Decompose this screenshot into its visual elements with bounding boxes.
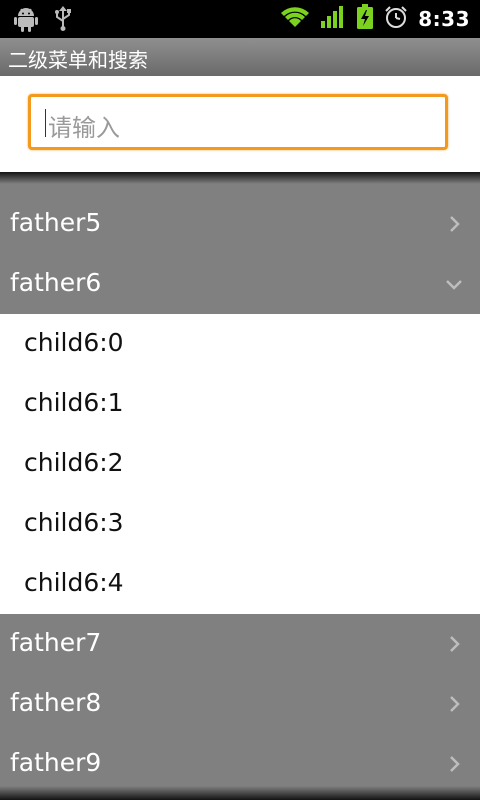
child-row-child6-2[interactable]: child6:2 <box>0 434 480 494</box>
child-label: child6:3 <box>24 508 124 537</box>
wifi-icon <box>280 5 310 33</box>
group-row-father4[interactable]: father4 <box>0 172 480 194</box>
child-label: child6:4 <box>24 568 124 597</box>
child-label: child6:1 <box>24 388 124 417</box>
chevron-right-icon <box>444 634 464 654</box>
expandable-list-content: father4 father5 father6 child6:0 child6:1 chi… <box>0 172 480 794</box>
system-icons: 8:33 <box>280 4 470 34</box>
child-row-child6-1[interactable]: child6:1 <box>0 374 480 434</box>
child-row-child6-0[interactable]: child6:0 <box>0 314 480 374</box>
group-row-father6[interactable]: father6 <box>0 254 480 314</box>
child-label: child6:2 <box>24 448 124 477</box>
battery-charging-icon <box>356 4 374 34</box>
android-debug-icon <box>14 6 38 36</box>
group-label: father6 <box>10 268 102 297</box>
chevron-right-icon <box>444 172 464 174</box>
search-input[interactable]: 请输入 <box>28 94 448 150</box>
search-area: 请输入 <box>0 76 480 172</box>
alarm-icon <box>384 5 408 33</box>
text-cursor <box>45 109 46 137</box>
group-label: father9 <box>10 748 102 777</box>
status-time: 8:33 <box>418 7 470 31</box>
chevron-right-icon <box>444 214 464 234</box>
signal-icon <box>320 5 346 33</box>
status-bar: 8:33 <box>0 0 480 38</box>
group-row-father7[interactable]: father7 <box>0 614 480 674</box>
expandable-list[interactable]: father4 father5 father6 child6:0 child6:1 chi… <box>0 172 480 800</box>
search-placeholder: 请输入 <box>48 114 120 142</box>
chevron-right-icon <box>444 754 464 774</box>
group-label: father8 <box>10 688 102 717</box>
group-label: father7 <box>10 628 102 657</box>
group-label: father4 <box>10 172 101 177</box>
child-label: child6:0 <box>24 328 124 357</box>
app-screen: 8:33 二级菜单和搜索 请输入 father4 father5 father6 ch… <box>0 0 480 800</box>
chevron-down-icon <box>444 274 464 294</box>
chevron-right-icon <box>444 694 464 714</box>
group-row-father5[interactable]: father5 <box>0 194 480 254</box>
group-row-father9[interactable]: father9 <box>0 734 480 794</box>
child-row-child6-4[interactable]: child6:4 <box>0 554 480 614</box>
child-row-child6-3[interactable]: child6:3 <box>0 494 480 554</box>
group-row-father8[interactable]: father8 <box>0 674 480 734</box>
usb-icon <box>54 6 72 36</box>
title-bar: 二级菜单和搜索 <box>0 38 480 77</box>
app-title: 二级菜单和搜索 <box>8 48 148 72</box>
group-label: father5 <box>10 208 102 237</box>
notification-icons <box>14 6 72 36</box>
